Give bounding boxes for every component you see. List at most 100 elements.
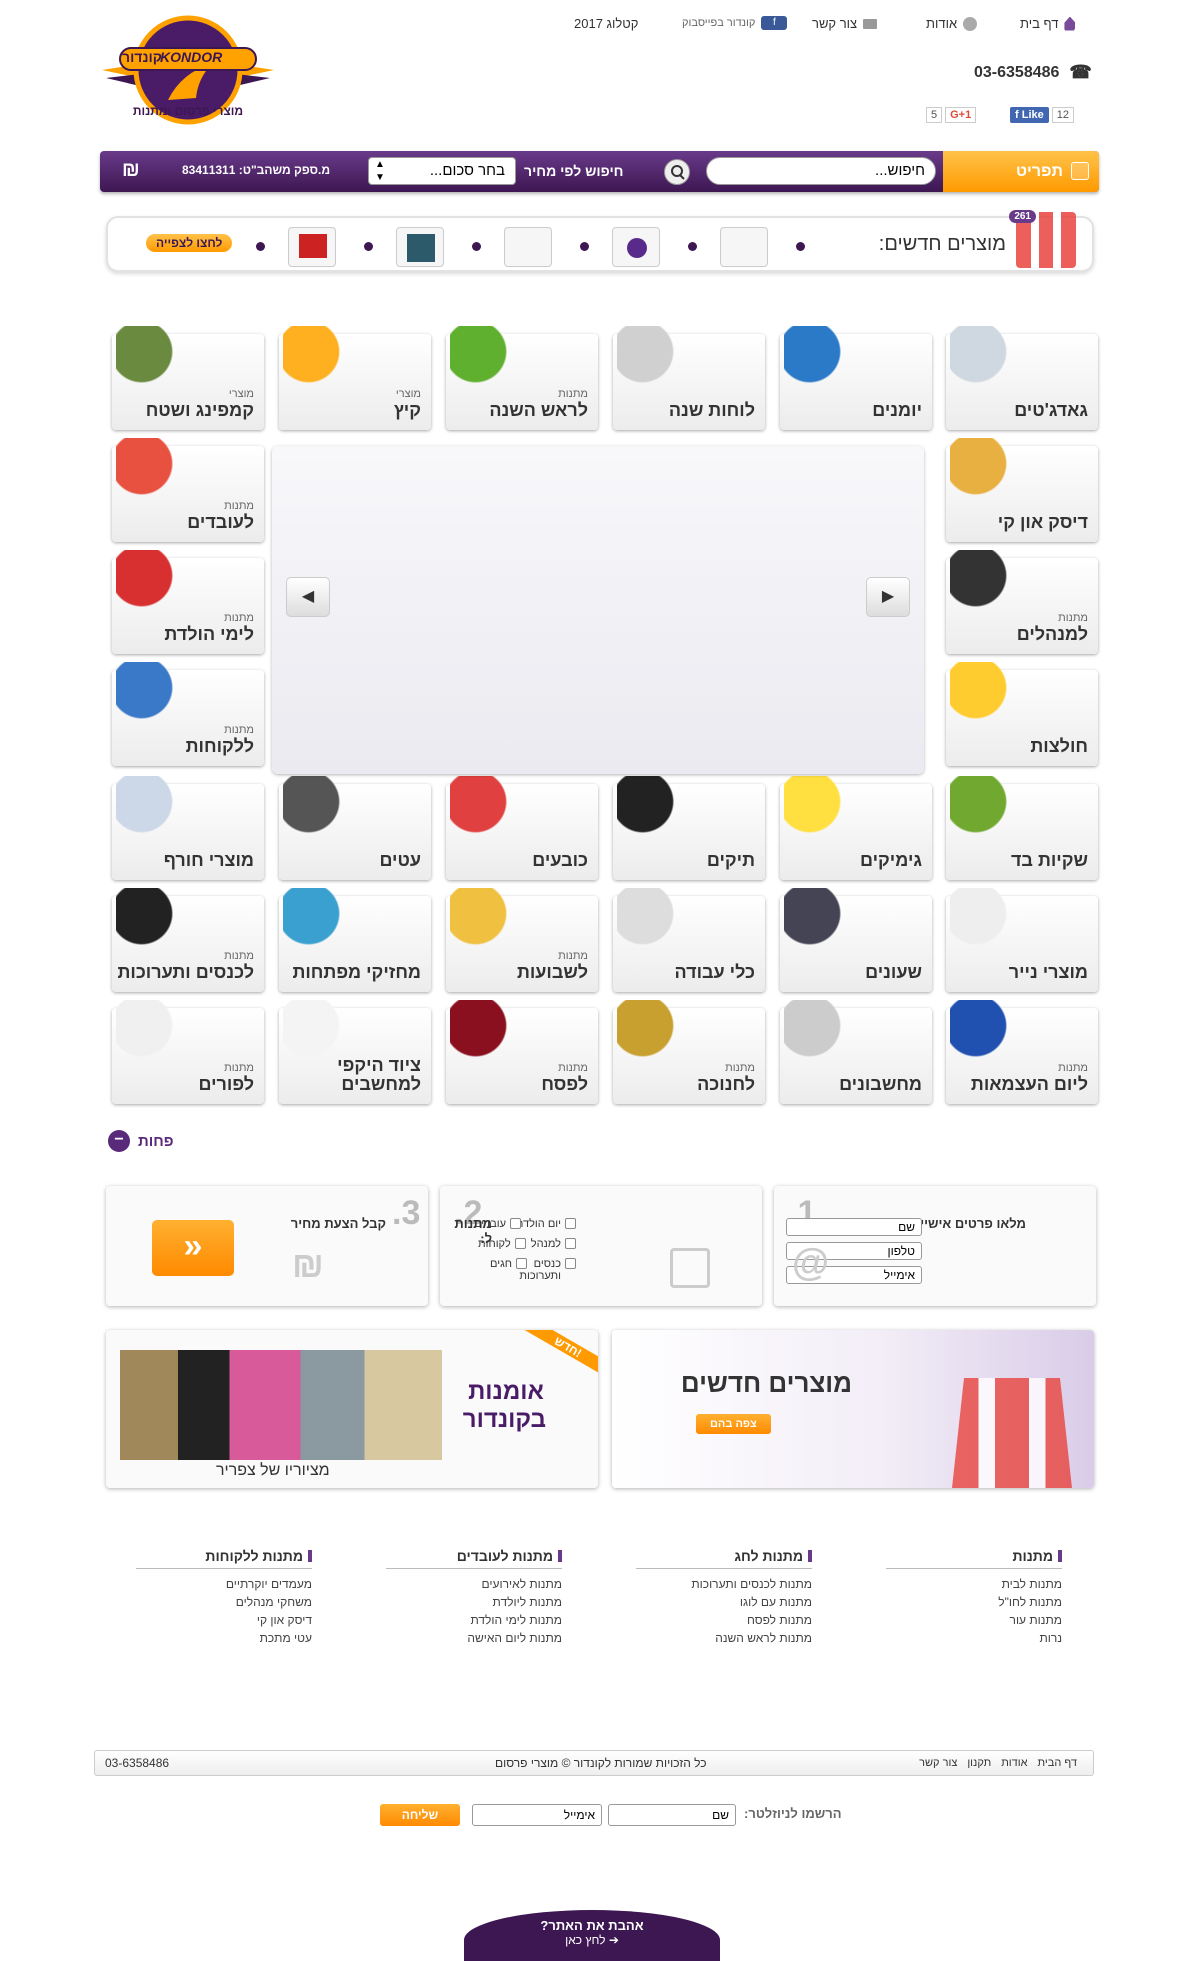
category-tile[interactable]: חולצות: [946, 662, 1098, 766]
phone-number: 03-6358486 ☎: [974, 62, 1092, 82]
facebook-like-widget[interactable]: f Like 12: [1010, 107, 1074, 123]
category-tile[interactable]: ציוד היקפי למחשבים: [279, 1000, 431, 1104]
price-select[interactable]: בחר סכום... ▲ ▼: [368, 157, 516, 185]
category-tile[interactable]: גאדג'טים: [946, 326, 1098, 430]
category-tile[interactable]: מתנות לפורים: [112, 1000, 264, 1104]
category-tile[interactable]: מוצרי נייר: [946, 888, 1098, 992]
category-tile[interactable]: כלי עבודה: [613, 888, 765, 992]
category-label-main: לעובדים: [187, 512, 254, 533]
footer-link[interactable]: מתנות ליום האישה: [386, 1629, 562, 1647]
like-button[interactable]: f Like: [1010, 107, 1049, 123]
category-tile[interactable]: מתנות לעובדים: [112, 438, 264, 542]
newsletter-name-field[interactable]: שם: [608, 1804, 736, 1826]
catalog-menu-button[interactable]: תפריט: [943, 151, 1099, 192]
footer-link[interactable]: עטי מתכת: [136, 1629, 312, 1647]
footer-link[interactable]: מתנות ליולדת: [386, 1593, 562, 1611]
love-site-tab[interactable]: אהבת את האתר? ➔ לחץ כאן: [464, 1910, 720, 1961]
checkbox-workers[interactable]: עובדים: [474, 1218, 522, 1230]
new-product-thumb[interactable]: [396, 227, 444, 267]
name-field[interactable]: שם: [786, 1218, 922, 1236]
category-tile[interactable]: מחשבונים: [780, 1000, 932, 1104]
footer-link[interactable]: מתנות לפסח: [636, 1611, 812, 1629]
home-link[interactable]: דף בית: [1020, 16, 1076, 31]
category-tile[interactable]: יומנים: [780, 326, 932, 430]
footer-link-contact[interactable]: צור קשר: [919, 1757, 957, 1769]
footer-link[interactable]: מתנות לימי הולדת: [386, 1611, 562, 1629]
category-tile[interactable]: לוחות שנה: [613, 326, 765, 430]
slider-next-button[interactable]: ▶: [866, 577, 910, 617]
category-tile[interactable]: מתנות ליום העצמאות: [946, 1000, 1098, 1104]
footer-link-home[interactable]: דף הבית: [1038, 1757, 1077, 1769]
view-new-button[interactable]: צפה בהם: [696, 1414, 771, 1434]
footer-link[interactable]: מתנות לאירועים: [386, 1575, 562, 1593]
footer-link[interactable]: מתנות לבית: [886, 1575, 1062, 1593]
category-icon: [116, 776, 180, 840]
new-product-thumb[interactable]: [720, 227, 768, 267]
slider-prev-button[interactable]: ◀: [286, 577, 330, 617]
logo[interactable]: KONDOR קונדור מוצרי פרסום ומתנות: [100, 12, 276, 128]
category-icon: [950, 1000, 1014, 1064]
category-tile[interactable]: מתנות לפסח: [446, 1000, 598, 1104]
footer-link[interactable]: דיסק און קי: [136, 1611, 312, 1629]
checkbox-holidays[interactable]: חגים: [490, 1258, 527, 1270]
new-products-banner[interactable]: מוצרים חדשים צפה בהם: [612, 1330, 1094, 1488]
view-new-products-button[interactable]: לחצו לצפייה: [146, 234, 233, 252]
category-tile[interactable]: מתנות ללקוחות: [112, 662, 264, 766]
footer-link[interactable]: מתנות עור: [886, 1611, 1062, 1629]
about-link[interactable]: אודות: [926, 16, 978, 31]
category-tile[interactable]: מתנות לראש השנה: [446, 326, 598, 430]
category-icon: [950, 438, 1014, 502]
category-tile[interactable]: מתנות לחנוכה: [613, 1000, 765, 1104]
bullet-icon: [558, 1550, 562, 1562]
submit-quote-button[interactable]: «: [152, 1220, 234, 1276]
newsletter-email-field[interactable]: אימייל: [472, 1804, 602, 1826]
gplus-widget[interactable]: 5 G+1: [926, 107, 977, 123]
newsletter-submit-button[interactable]: שליחה: [380, 1804, 460, 1826]
footer-link[interactable]: משחקי מנהלים: [136, 1593, 312, 1611]
category-tile[interactable]: גימיקים: [780, 776, 932, 880]
category-tile[interactable]: מתנות לשבועות: [446, 888, 598, 992]
category-tile[interactable]: מוצרי חורף: [112, 776, 264, 880]
category-tile[interactable]: מתנות לימי הולדת: [112, 550, 264, 654]
category-tile[interactable]: שעונים: [780, 888, 932, 992]
footer-link[interactable]: מעמדים יוקרתיים: [136, 1575, 312, 1593]
checkbox-clients[interactable]: לקוחות: [478, 1238, 526, 1250]
footer-link-terms[interactable]: תקנון: [967, 1757, 991, 1769]
carousel-dot: [580, 242, 589, 251]
footer-link-about[interactable]: אודות: [1001, 1757, 1027, 1769]
facebook-link[interactable]: f קונדור בפייסבוק: [682, 16, 788, 30]
search-input[interactable]: חיפוש...: [706, 157, 936, 185]
category-tile[interactable]: תיקים: [613, 776, 765, 880]
category-tile[interactable]: מוצרי קיץ: [279, 326, 431, 430]
mail-icon: [863, 18, 878, 29]
category-tile[interactable]: מוצרי קמפינג ושטח: [112, 326, 264, 430]
category-tile[interactable]: מתנות לכנסים ותערוכות: [112, 888, 264, 992]
category-tile[interactable]: כובעים: [446, 776, 598, 880]
checkbox-conferences[interactable]: כנסים ותערוכות: [519, 1258, 576, 1282]
checkbox-birthday[interactable]: יום הולדת: [516, 1218, 576, 1230]
category-tile[interactable]: מתנות למנהלים: [946, 550, 1098, 654]
category-icon: [450, 888, 514, 952]
search-button[interactable]: [664, 159, 690, 185]
gift-icon: [299, 234, 327, 258]
category-tile[interactable]: שקיות בד: [946, 776, 1098, 880]
footer-link[interactable]: מתנות לחו"ל: [886, 1593, 1062, 1611]
category-tile[interactable]: עטים: [279, 776, 431, 880]
footer-link[interactable]: מתנות עם לוגו: [636, 1593, 812, 1611]
category-tile[interactable]: דיסק און קי: [946, 438, 1098, 542]
footer-link[interactable]: מתנות לראש השנה: [636, 1629, 812, 1647]
new-product-thumb[interactable]: [612, 227, 660, 267]
art-banner[interactable]: אומנות בקונדור מציוריו של צפריר חדש!: [106, 1330, 598, 1488]
gplus-button[interactable]: G+1: [945, 107, 977, 123]
new-product-thumb[interactable]: [288, 227, 336, 267]
new-product-thumb[interactable]: [504, 227, 552, 267]
category-label: לוחות שנה: [669, 401, 755, 420]
show-less-button[interactable]: פחות −: [108, 1130, 174, 1152]
contact-link[interactable]: צור קשר: [812, 16, 878, 31]
checkbox-manager[interactable]: למנהל: [531, 1238, 576, 1250]
footer-link[interactable]: נרות: [886, 1629, 1063, 1647]
category-tile[interactable]: מחזיקי מפתחות: [279, 888, 431, 992]
footer-link[interactable]: מתנות לכנסים ותערוכות: [636, 1575, 812, 1593]
catalog-link[interactable]: קטלוג 2017: [574, 16, 638, 31]
category-label-main: גימיקים: [860, 850, 922, 871]
